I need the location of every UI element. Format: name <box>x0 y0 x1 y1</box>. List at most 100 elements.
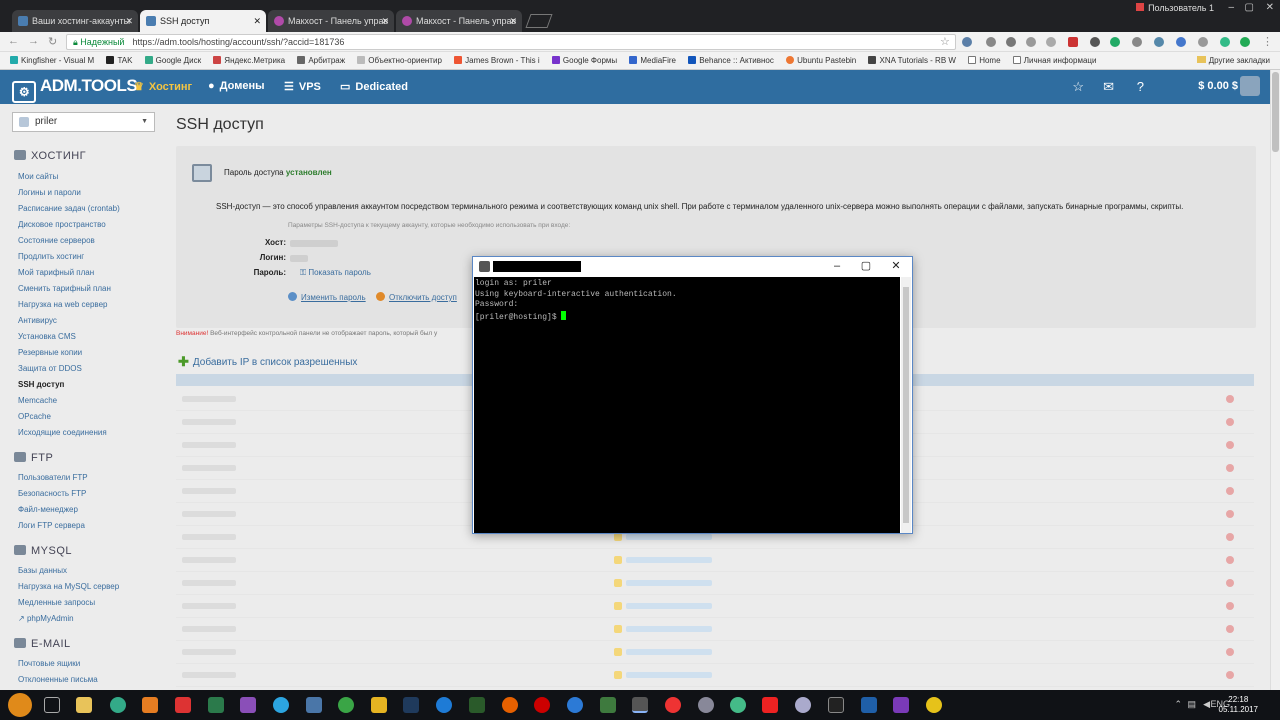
extension-icon[interactable] <box>1046 37 1056 47</box>
explorer-icon[interactable] <box>76 697 92 713</box>
sidebar-item[interactable]: Продлить хостинг <box>18 252 84 261</box>
terminal[interactable]: login as: priler Using keyboard-interact… <box>474 277 900 533</box>
bookmark[interactable]: XNA Tutorials - RB W <box>868 52 956 69</box>
nav-hosting[interactable]: ♛ Хостинг <box>134 80 192 93</box>
sidebar-item[interactable]: Расписание задач (crontab) <box>18 204 120 213</box>
bookmark[interactable]: Личная информаци <box>1012 52 1096 69</box>
app-icon[interactable] <box>208 697 224 713</box>
extension-icon[interactable] <box>1220 37 1230 47</box>
app-icon[interactable] <box>730 697 746 713</box>
extension-icon[interactable] <box>962 37 972 47</box>
sidebar-item[interactable]: Антивирус <box>18 316 57 325</box>
sidebar-item[interactable]: Отклоненные письма <box>18 675 98 684</box>
delete-icon[interactable] <box>1226 441 1234 449</box>
app-icon[interactable] <box>534 697 550 713</box>
app-icon[interactable] <box>698 697 714 713</box>
sidebar-item[interactable]: Memcache <box>18 396 57 405</box>
change-password-link[interactable]: Изменить пароль <box>288 292 366 302</box>
bookmark[interactable]: Объектно-ориентир <box>357 52 442 69</box>
extension-icon[interactable] <box>1006 37 1016 47</box>
bookmark[interactable]: Яндекс.Метрика <box>213 52 285 69</box>
sidebar-item[interactable]: Логи FTP сервера <box>18 521 85 530</box>
close-icon[interactable]: ✕ <box>253 10 261 32</box>
bookmark[interactable]: Behance :: Активнос <box>688 52 774 69</box>
minimize-icon[interactable]: – <box>825 258 849 274</box>
illustrator-icon[interactable] <box>469 697 485 713</box>
disable-access-link[interactable]: Отключить доступ <box>376 292 457 302</box>
app-icon[interactable] <box>371 697 387 713</box>
extension-icon[interactable] <box>1132 37 1142 47</box>
sidebar-item[interactable]: Дисковое пространство <box>18 220 106 229</box>
nav-vps[interactable]: ☰ VPS <box>284 80 321 93</box>
volume-icon[interactable]: ◀ <box>1203 699 1210 710</box>
bookmark[interactable]: Google Диск <box>144 52 201 69</box>
network-icon[interactable]: ▤ <box>1187 699 1196 710</box>
close-icon[interactable]: ✕ <box>125 10 133 32</box>
sidebar-item[interactable]: Логины и пароли <box>18 188 81 197</box>
star-icon[interactable]: ☆ <box>940 35 950 48</box>
sidebar-item[interactable]: Нагрузка на MySQL сервер <box>18 582 119 591</box>
delete-icon[interactable] <box>1226 556 1234 564</box>
app-icon[interactable] <box>926 697 942 713</box>
sidebar-item-ssh-access[interactable]: SSH доступ <box>18 380 64 389</box>
sidebar-item[interactable]: Почтовые ящики <box>18 659 80 668</box>
terminal-scrollbar[interactable] <box>901 277 911 533</box>
sidebar-item[interactable]: Сменить тарифный план <box>18 284 111 293</box>
maximize-icon[interactable]: ▢ <box>854 258 878 274</box>
extension-icon[interactable] <box>1198 37 1208 47</box>
bookmark[interactable]: TAK <box>106 52 132 69</box>
app-icon[interactable] <box>828 697 844 713</box>
close-icon[interactable]: ✕ <box>884 258 908 274</box>
sidebar-item[interactable]: Установка CMS <box>18 332 76 341</box>
menu-icon[interactable]: ⋮ <box>1262 35 1273 48</box>
extension-icon[interactable] <box>1176 37 1186 47</box>
bookmark[interactable]: MediaFire <box>629 52 676 69</box>
firefox-icon[interactable] <box>502 697 518 713</box>
reload-icon[interactable]: ↻ <box>48 35 57 48</box>
app-icon[interactable] <box>338 697 354 713</box>
profile-button[interactable]: Пользователь 1 <box>1136 2 1214 14</box>
bookmark[interactable]: Google Формы <box>551 52 617 69</box>
back-icon[interactable]: ← <box>8 35 19 47</box>
delete-icon[interactable] <box>1226 510 1234 518</box>
sidebar-item[interactable]: Базы данных <box>18 566 67 575</box>
scrollbar-thumb[interactable] <box>903 287 909 523</box>
delete-icon[interactable] <box>1226 464 1234 472</box>
start-button[interactable] <box>8 693 32 717</box>
nav-dedicated[interactable]: ▭ Dedicated <box>340 80 408 93</box>
extension-icon[interactable] <box>1026 37 1036 47</box>
account-select[interactable]: priler ▼ <box>12 112 155 132</box>
extension-icon[interactable] <box>1154 37 1164 47</box>
delete-icon[interactable] <box>1226 487 1234 495</box>
help-icon[interactable]: ? <box>1137 79 1144 94</box>
maximize-icon[interactable]: ▢ <box>1245 2 1254 13</box>
sidebar-item[interactable]: ↗ phpMyAdmin <box>18 614 74 623</box>
chat-icon[interactable]: ✉ <box>1103 79 1114 95</box>
app-icon[interactable] <box>762 697 778 713</box>
forward-icon[interactable]: → <box>28 35 39 47</box>
other-bookmarks[interactable]: Другие закладки <box>1196 52 1270 69</box>
delete-icon[interactable] <box>1226 648 1234 656</box>
sublime-icon[interactable] <box>142 697 158 713</box>
app-icon[interactable] <box>665 697 681 713</box>
delete-icon[interactable] <box>1226 395 1234 403</box>
url-input[interactable]: 🔒︎ Надежный https://adm.tools/hosting/acc… <box>66 34 956 50</box>
sidebar-item[interactable]: OPcache <box>18 412 51 421</box>
sidebar-item[interactable]: Безопасность FTP <box>18 489 86 498</box>
delete-icon[interactable] <box>1226 625 1234 633</box>
delete-icon[interactable] <box>1226 579 1234 587</box>
extension-icon[interactable] <box>1110 37 1120 47</box>
sidebar-item[interactable]: Медленные запросы <box>18 598 95 607</box>
tab-hosting-accounts[interactable]: Ваши хостинг-аккаунты ✕ <box>12 10 138 32</box>
app-icon[interactable] <box>175 697 191 713</box>
add-ip-link[interactable]: ✚ Добавить IP в список разрешенных <box>178 354 357 370</box>
app-icon[interactable] <box>893 697 909 713</box>
close-icon[interactable]: ✕ <box>381 10 389 32</box>
app-icon[interactable] <box>795 697 811 713</box>
bookmark[interactable]: Ubuntu Pastebin <box>786 52 856 69</box>
close-window-icon[interactable]: ✕ <box>1266 2 1274 13</box>
new-tab-button[interactable] <box>525 14 553 28</box>
putty-taskbar-icon[interactable] <box>632 697 648 713</box>
sidebar-item[interactable]: Состояние серверов <box>18 236 95 245</box>
sidebar-item[interactable]: Защита от DDOS <box>18 364 82 373</box>
